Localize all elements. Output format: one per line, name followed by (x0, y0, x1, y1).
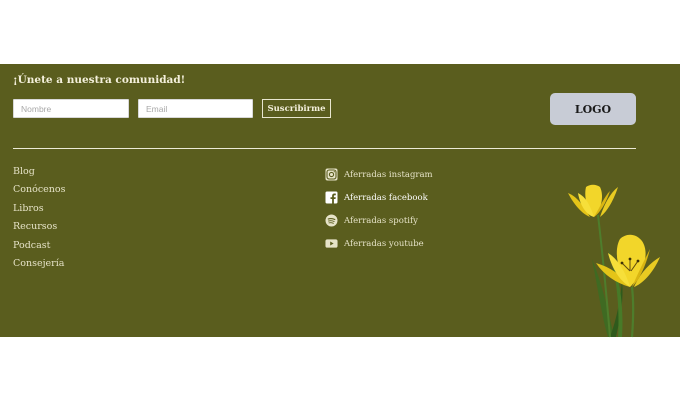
nav-link-conocenos[interactable]: Conócenos (13, 181, 65, 199)
divider (13, 148, 636, 149)
youtube-icon (325, 237, 338, 250)
facebook-icon (325, 191, 338, 204)
social-link-facebook[interactable]: Aferradas facebook (325, 186, 433, 209)
site-footer: ¡Únete a nuestra comunidad! Suscribirme … (0, 64, 680, 338)
nav-link-libros[interactable]: Libros (13, 200, 65, 218)
social-link-spotify[interactable]: Aferradas spotify (325, 209, 433, 232)
social-label: Aferradas facebook (344, 192, 428, 203)
nav-link-blog[interactable]: Blog (13, 163, 65, 181)
social-label: Aferradas instagram (344, 169, 433, 180)
tulip-illustration (568, 184, 660, 338)
social-label: Aferradas youtube (344, 238, 424, 249)
name-input[interactable] (13, 99, 129, 118)
footer-nav: Blog Conócenos Libros Recursos Podcast C… (13, 163, 65, 273)
email-input[interactable] (138, 99, 253, 118)
newsletter-title: ¡Únete a nuestra comunidad! (13, 74, 186, 86)
logo[interactable]: LOGO (550, 93, 636, 125)
instagram-icon (325, 168, 338, 181)
tulip-upper (568, 184, 618, 217)
social-link-instagram[interactable]: Aferradas instagram (325, 163, 433, 186)
social-link-youtube[interactable]: Aferradas youtube (325, 232, 433, 255)
nav-link-podcast[interactable]: Podcast (13, 237, 65, 255)
social-links: Aferradas instagram Aferradas facebook A… (325, 163, 433, 255)
spotify-icon (325, 214, 338, 227)
social-label: Aferradas spotify (344, 215, 418, 226)
subscribe-button[interactable]: Suscribirme (262, 99, 331, 118)
nav-link-consejeria[interactable]: Consejería (13, 255, 65, 273)
nav-link-recursos[interactable]: Recursos (13, 218, 65, 236)
